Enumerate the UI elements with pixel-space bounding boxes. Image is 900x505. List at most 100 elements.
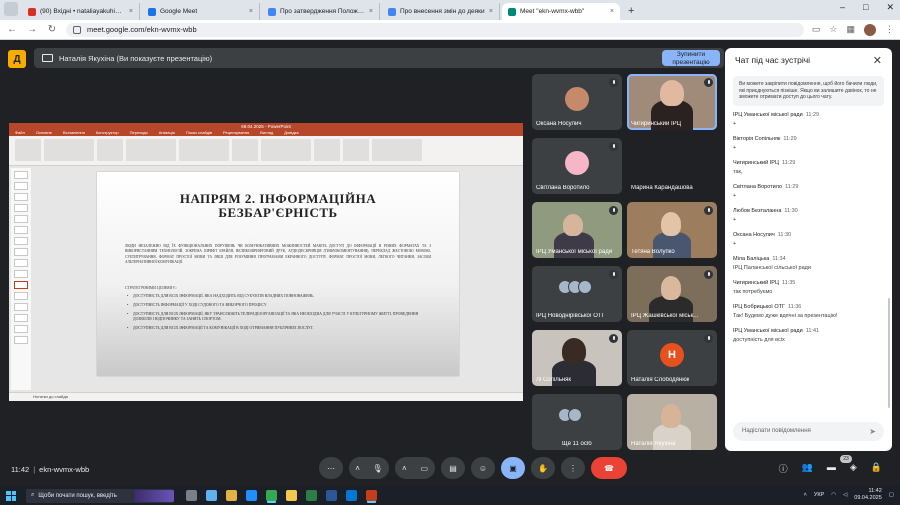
task-view-icon[interactable] bbox=[186, 490, 197, 501]
slide-thumbnail bbox=[14, 325, 28, 333]
url-field[interactable]: meet.google.com/ekn-wvmx-wbb bbox=[66, 22, 804, 37]
powerpoint-icon[interactable] bbox=[366, 490, 377, 501]
close-tab-icon[interactable]: × bbox=[369, 8, 373, 15]
participant-tile[interactable]: Чигиринський ІРЦ bbox=[627, 74, 717, 130]
browser-tab[interactable]: Google Meet × bbox=[142, 3, 260, 20]
bookmark-star-icon[interactable]: ☆ bbox=[829, 24, 837, 35]
taskbar-clock[interactable]: 11:42 09.04.2025 bbox=[854, 488, 882, 502]
emoji-icon: ☺ bbox=[478, 463, 488, 473]
mic-button[interactable]: ˄ 🎙 bbox=[349, 457, 389, 479]
chat-input[interactable]: Надіслати повідомлення ➤ bbox=[733, 422, 884, 441]
minimize-icon[interactable]: – bbox=[840, 2, 845, 13]
windows-taskbar: ⌕ Щоби почати пошук, введіть ˄ УКР ◠ ◁ 1… bbox=[0, 486, 900, 505]
participant-tile[interactable]: ІРЦ Уманської міської ради bbox=[532, 202, 622, 258]
participant-tile[interactable]: Світлана Воротило bbox=[532, 138, 622, 194]
stop-presenting-button[interactable]: Зупинити презентацію bbox=[662, 50, 720, 66]
extensions-icon[interactable]: ▦ bbox=[846, 24, 855, 35]
chat-text: так, bbox=[733, 168, 743, 175]
word-icon[interactable] bbox=[326, 490, 337, 501]
reload-icon[interactable]: ↻ bbox=[46, 24, 58, 35]
chat-sender: Любов Безталанна bbox=[733, 207, 782, 214]
chat-sender: Чигиринський ІРЦ bbox=[733, 159, 779, 166]
activities-icon[interactable]: ◈ bbox=[850, 462, 857, 475]
chat-time: 11:29 bbox=[781, 159, 796, 166]
participant-tile[interactable]: Марина Карандашова bbox=[627, 138, 717, 194]
people-icon[interactable]: 👥 bbox=[802, 462, 813, 475]
slide-thumbnail bbox=[14, 226, 28, 234]
chat-sender: ІРЦ Уманської міської ради bbox=[733, 327, 803, 334]
copilot-icon[interactable] bbox=[226, 490, 237, 501]
wifi-icon[interactable]: ◠ bbox=[831, 492, 836, 498]
emoji-button[interactable]: ☺ bbox=[471, 457, 495, 479]
meet-area: Д Наталія Якухіна (Ви показуєте презента… bbox=[0, 41, 900, 486]
browser-tab-strip: (90) Вхідні • nataliayakuhina9 × Google … bbox=[0, 0, 900, 20]
chat-text: + bbox=[733, 192, 737, 199]
browser-tab-active[interactable]: Meet "ekn-wvmx-wbb" × bbox=[502, 3, 620, 20]
send-icon[interactable]: ➤ bbox=[869, 422, 876, 441]
participant-tile[interactable]: ІРЦ Жашківської міськ... bbox=[627, 266, 717, 322]
close-tab-icon[interactable]: × bbox=[249, 8, 253, 15]
browser-tab[interactable]: Про внесення змін до деяки × bbox=[382, 3, 500, 20]
screen: (90) Вхідні • nataliayakuhina9 × Google … bbox=[0, 0, 900, 505]
chat-text: + bbox=[733, 216, 737, 223]
chat-time: 11:30 bbox=[777, 231, 792, 238]
close-tab-icon[interactable]: × bbox=[489, 8, 493, 15]
menu-item: Анімація bbox=[158, 130, 175, 135]
leave-call-button[interactable]: ☎ bbox=[591, 457, 627, 479]
participant-name: ІРЦ Новоднірівської ОТГ bbox=[536, 313, 605, 319]
participant-tile[interactable]: Наталія Якухіна bbox=[627, 394, 717, 450]
mail-icon[interactable] bbox=[346, 490, 357, 501]
back-icon[interactable]: ← bbox=[6, 24, 18, 35]
browser-tab[interactable]: Про затвердження Положен × bbox=[262, 3, 380, 20]
participant-tile[interactable]: Оксана Носулич bbox=[532, 74, 622, 130]
more-actions-button[interactable]: ⋮ bbox=[561, 457, 585, 479]
captions-button[interactable]: ▤ bbox=[441, 457, 465, 479]
close-icon[interactable]: ✕ bbox=[873, 54, 882, 67]
weather-icon[interactable] bbox=[206, 490, 217, 501]
close-tab-icon[interactable]: × bbox=[610, 8, 614, 15]
participant-tile[interactable]: ІРЦ Новоднірівської ОТГ bbox=[532, 266, 622, 322]
participant-tile[interactable]: Н Наталія Слободянюк bbox=[627, 330, 717, 386]
slide-goals-label: СТРАТЕГІЧНИМИ ЦІЛЯМИ Є: bbox=[125, 286, 177, 290]
toolbar-icons: ▭ ☆ ▦ ⋮ bbox=[812, 23, 894, 36]
windows-start-icon[interactable] bbox=[6, 490, 16, 501]
close-tab-icon[interactable]: × bbox=[129, 8, 133, 15]
meet-control-bar: 11:42 | ekn-wvmx-wbb ⋯ ˄ 🎙 ˄ ▭ ▤ ☺ ▣ ✋ ⋮ ☎ 2… bbox=[0, 455, 900, 485]
taskbar-search[interactable]: ⌕ Щоби почати пошук, введіть bbox=[26, 488, 174, 503]
participant-tile[interactable]: Лі Сопільняк bbox=[532, 330, 622, 386]
camera-in-use-icon[interactable]: ▭ bbox=[812, 24, 821, 35]
raise-hand-button[interactable]: ✋ bbox=[531, 457, 555, 479]
chrome-icon[interactable] bbox=[266, 490, 277, 501]
ribbon-group bbox=[126, 139, 176, 161]
system-tray: ˄ УКР ◠ ◁ 11:42 09.04.2025 ▢ bbox=[804, 488, 894, 502]
edge-icon[interactable] bbox=[246, 490, 257, 501]
excel-icon[interactable] bbox=[306, 490, 317, 501]
more-participants-tile[interactable]: Ще 11 осіб bbox=[532, 394, 622, 450]
profile-avatar[interactable] bbox=[864, 23, 876, 36]
lock-icon[interactable]: 🔒 bbox=[871, 462, 882, 475]
menu-item: Конструктор bbox=[95, 130, 119, 135]
chat-header: Чат під час зустрічі ✕ bbox=[725, 48, 892, 72]
chevron-up-icon[interactable]: ˄ bbox=[804, 492, 807, 498]
browser-tab[interactable]: (90) Вхідні • nataliayakuhina9 × bbox=[22, 3, 140, 20]
participant-initial: Н bbox=[660, 343, 684, 367]
forward-icon[interactable]: → bbox=[26, 24, 38, 35]
keyboard-language[interactable]: УКР bbox=[814, 492, 824, 498]
chat-icon[interactable]: ▬ bbox=[827, 462, 836, 475]
notifications-icon[interactable]: ▢ bbox=[889, 492, 894, 498]
site-info-icon[interactable] bbox=[73, 25, 81, 34]
camera-button[interactable]: ˄ ▭ bbox=[395, 457, 435, 479]
participant-tile[interactable]: Тетяна Волупко bbox=[627, 202, 717, 258]
maximize-icon[interactable]: □ bbox=[863, 2, 868, 13]
new-tab-button[interactable]: + bbox=[622, 3, 640, 20]
menu-dots-icon[interactable]: ⋮ bbox=[885, 24, 894, 35]
info-icon[interactable]: ⓘ bbox=[779, 462, 788, 475]
more-options-button[interactable]: ⋯ bbox=[319, 457, 343, 479]
chat-scrollbar[interactable] bbox=[888, 298, 890, 408]
close-window-icon[interactable]: ✕ bbox=[886, 2, 894, 13]
present-button[interactable]: ▣ bbox=[501, 457, 525, 479]
speaker-icon[interactable]: ◁ bbox=[843, 492, 847, 498]
file-explorer-icon[interactable] bbox=[286, 490, 297, 501]
tab-title: Про затвердження Положен bbox=[280, 8, 365, 15]
tab-search-button[interactable] bbox=[4, 2, 18, 16]
